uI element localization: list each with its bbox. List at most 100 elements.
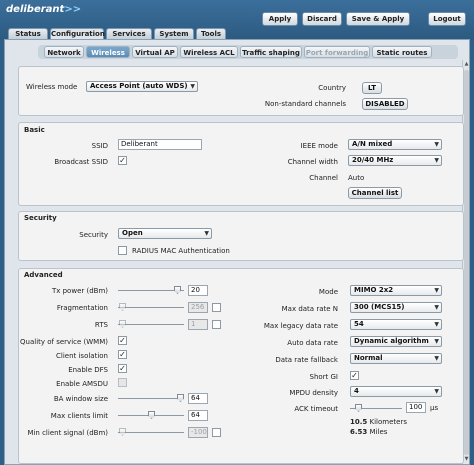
data-rate-fallback-label: Data rate fallback — [275, 356, 338, 364]
qos-wmm-label: Quality of service (WMM) — [20, 338, 108, 346]
subtab-virtual-ap[interactable]: Virtual AP — [132, 46, 178, 58]
scrollbar-thumb[interactable] — [464, 70, 469, 455]
slider-thumb[interactable] — [355, 404, 362, 412]
ieee-mode-value: A/N mixed — [352, 140, 393, 148]
scroll-up-icon[interactable]: ▲ — [463, 61, 470, 67]
logo-chevron-icon: >> — [64, 4, 82, 15]
broadcast-ssid-checkbox[interactable]: ✓ — [118, 156, 127, 165]
distance-km-value: 10.5 — [350, 418, 368, 426]
client-isolation-label: Client isolation — [55, 352, 108, 360]
subtab-wireless[interactable]: Wireless — [86, 46, 130, 58]
slider-thumb — [119, 303, 126, 311]
tx-power-input[interactable]: 20 — [188, 285, 208, 296]
channel-width-select[interactable]: 20/40 MHz ▼ — [348, 155, 442, 166]
channel-label: Channel — [309, 174, 338, 182]
ieee-mode-select[interactable]: A/N mixed ▼ — [348, 139, 442, 150]
dropdown-arrow-icon: ▼ — [434, 338, 439, 345]
tab-services[interactable]: Services — [106, 28, 152, 39]
min-client-signal-label: Min client signal (dBm) — [27, 429, 108, 437]
apply-button[interactable]: Apply — [262, 12, 298, 26]
country-label: Country — [318, 84, 346, 92]
dropdown-arrow-icon: ▼ — [190, 83, 195, 90]
auto-data-rate-value: Dynamic algorithm — [354, 337, 429, 345]
auto-data-rate-select[interactable]: Dynamic algorithm ▼ — [350, 336, 442, 347]
channel-width-value: 20/40 MHz — [352, 156, 394, 164]
min-client-signal-checkbox[interactable] — [212, 428, 221, 437]
radius-mac-label: RADIUS MAC Authentication — [132, 247, 230, 255]
ba-window-input[interactable]: 64 — [188, 393, 208, 404]
slider-thumb[interactable] — [174, 286, 181, 294]
ssid-input[interactable]: Deliberant — [118, 139, 202, 150]
fragmentation-input: 256 — [188, 302, 208, 313]
mpdu-density-label: MPDU density — [289, 389, 338, 397]
broadcast-ssid-label: Broadcast SSID — [54, 158, 108, 166]
max-legacy-rate-label: Max legacy data rate — [263, 322, 338, 330]
slider-thumb[interactable] — [177, 394, 184, 402]
nonstandard-channels-label: Non-standard channels — [264, 100, 346, 108]
auto-data-rate-label: Auto data rate — [287, 339, 338, 347]
mode-select[interactable]: MIMO 2x2 ▼ — [350, 285, 442, 296]
deliberant-logo: deliberant>> — [6, 4, 81, 15]
distance-mi-unit: Miles — [369, 428, 388, 436]
mode-value: MIMO 2x2 — [354, 286, 394, 294]
ba-window-label: BA window size — [53, 395, 108, 403]
rts-slider — [118, 320, 184, 329]
tab-tools[interactable]: Tools — [196, 28, 226, 39]
wireless-mode-value: Access Point (auto WDS) — [90, 82, 188, 90]
logout-button[interactable]: Logout — [428, 12, 466, 26]
dropdown-arrow-icon: ▼ — [434, 157, 439, 164]
distance-miles: 6.53 Miles — [350, 428, 387, 436]
save-apply-button[interactable]: Save & Apply — [346, 12, 410, 26]
dropdown-arrow-icon: ▼ — [204, 230, 209, 237]
max-legacy-rate-select[interactable]: 54 ▼ — [350, 319, 442, 330]
client-isolation-checkbox[interactable]: ✓ — [118, 350, 127, 359]
slider-thumb — [119, 320, 126, 328]
qos-wmm-checkbox[interactable]: ✓ — [118, 336, 127, 345]
min-client-signal-slider — [118, 428, 184, 437]
subtab-wireless-acl[interactable]: Wireless ACL — [180, 46, 238, 58]
discard-button[interactable]: Discard — [302, 12, 342, 26]
tx-power-slider[interactable] — [118, 286, 184, 295]
dropdown-arrow-icon: ▼ — [434, 141, 439, 148]
mpdu-density-select[interactable]: 4 ▼ — [350, 386, 442, 397]
subtab-static-routes[interactable]: Static routes — [372, 46, 432, 58]
wireless-mode-label: Wireless mode — [26, 83, 78, 91]
enable-amsdu-checkbox — [118, 378, 127, 387]
max-clients-slider[interactable] — [118, 411, 184, 420]
security-title: Security — [24, 214, 57, 222]
radius-mac-checkbox[interactable] — [118, 246, 127, 255]
enable-dfs-label: Enable DFS — [68, 366, 108, 374]
security-value: Open — [122, 229, 143, 237]
data-rate-fallback-select[interactable]: Normal ▼ — [350, 353, 442, 364]
channel-width-label: Channel width — [287, 158, 338, 166]
channel-list-button[interactable]: Channel list — [348, 187, 402, 199]
rts-checkbox[interactable] — [212, 320, 221, 329]
fragmentation-checkbox[interactable] — [212, 303, 221, 312]
slider-thumb[interactable] — [148, 411, 155, 419]
tab-status[interactable]: Status — [8, 28, 48, 39]
tx-power-label: Tx power (dBm) — [51, 287, 108, 295]
country-button[interactable]: LT — [362, 82, 382, 94]
nonstandard-channels-button[interactable]: DISABLED — [362, 98, 408, 110]
ba-window-slider[interactable] — [118, 394, 184, 403]
rts-label: RTS — [94, 321, 108, 329]
ack-timeout-slider[interactable] — [350, 404, 402, 413]
security-label: Security — [79, 231, 108, 239]
subtab-network[interactable]: Network — [44, 46, 84, 58]
mpdu-density-value: 4 — [354, 387, 359, 395]
max-data-rate-n-select[interactable]: 300 (MCS15) ▼ — [350, 302, 442, 313]
distance-km-unit: Kilometers — [369, 418, 407, 426]
tab-system[interactable]: System — [154, 28, 194, 39]
ieee-mode-label: IEEE mode — [300, 142, 338, 150]
enable-dfs-checkbox[interactable]: ✓ — [118, 364, 127, 373]
dropdown-arrow-icon: ▼ — [434, 304, 439, 311]
security-select[interactable]: Open ▼ — [118, 228, 212, 239]
wireless-mode-select[interactable]: Access Point (auto WDS) ▼ — [86, 81, 198, 92]
short-gi-checkbox[interactable]: ✓ — [350, 371, 359, 380]
fragmentation-slider — [118, 303, 184, 312]
subtab-traffic-shaping[interactable]: Traffic shaping — [240, 46, 302, 58]
max-clients-input[interactable]: 64 — [188, 410, 208, 421]
ack-timeout-input[interactable]: 100 — [406, 402, 426, 413]
slider-thumb — [119, 428, 126, 436]
scroll-down-icon[interactable]: ▼ — [463, 456, 470, 462]
